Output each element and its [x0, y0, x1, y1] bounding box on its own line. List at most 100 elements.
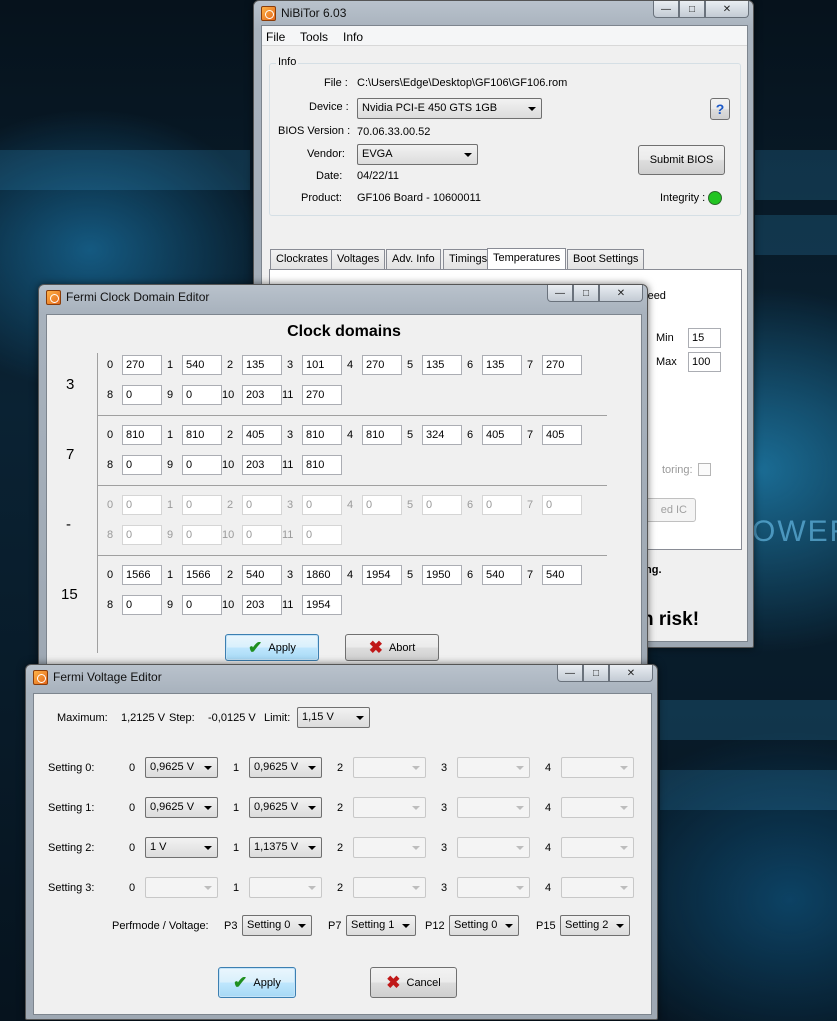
tab-voltages[interactable]: Voltages: [331, 249, 386, 269]
maximize-icon[interactable]: □: [573, 285, 599, 302]
clock-value-input[interactable]: [482, 425, 522, 445]
voltage-select[interactable]: [457, 837, 530, 858]
tab-boot-settings[interactable]: Boot Settings: [567, 249, 645, 269]
fanspeed-min-input[interactable]: [688, 328, 721, 348]
clock-value-input[interactable]: [362, 495, 402, 515]
clock-value-input[interactable]: [182, 595, 222, 615]
clock-value-input[interactable]: [242, 565, 282, 585]
menu-info[interactable]: Info: [343, 30, 363, 44]
voltage-select[interactable]: [353, 837, 426, 858]
clock-value-input[interactable]: [122, 525, 162, 545]
clock-value-input[interactable]: [422, 495, 462, 515]
tab-temperatures[interactable]: Temperatures: [487, 248, 567, 271]
voltage-select[interactable]: [561, 797, 634, 818]
clock-value-input[interactable]: [242, 455, 282, 475]
monitoring-checkbox[interactable]: [698, 463, 711, 476]
tab-clockrates[interactable]: Clockrates: [270, 249, 334, 269]
minimize-icon[interactable]: —: [547, 285, 573, 302]
voltage-select[interactable]: 0,9625 V: [249, 757, 322, 778]
perfmode-select[interactable]: Setting 2: [560, 915, 630, 936]
clock-value-input[interactable]: [362, 355, 402, 375]
clock-value-input[interactable]: [302, 495, 342, 515]
clock-value-input[interactable]: [422, 565, 462, 585]
submit-bios-button[interactable]: Submit BIOS: [638, 145, 725, 175]
close-icon[interactable]: ✕: [599, 285, 643, 302]
clock-value-input[interactable]: [182, 355, 222, 375]
clock-value-input[interactable]: [122, 455, 162, 475]
ic-button[interactable]: ed IC: [644, 498, 696, 522]
clock-value-input[interactable]: [242, 355, 282, 375]
clock-value-input[interactable]: [122, 385, 162, 405]
clock-value-input[interactable]: [242, 595, 282, 615]
voltage-select[interactable]: [145, 877, 218, 898]
clock-value-input[interactable]: [242, 495, 282, 515]
voltage-select[interactable]: 0,9625 V: [145, 757, 218, 778]
voltage-select[interactable]: 1,1375 V: [249, 837, 322, 858]
voltage-apply-button[interactable]: ✔ Apply: [218, 967, 296, 998]
minimize-icon[interactable]: —: [653, 1, 679, 18]
minimize-icon[interactable]: —: [557, 665, 583, 682]
voltage-select[interactable]: [457, 757, 530, 778]
vendor-select[interactable]: EVGA: [357, 144, 478, 165]
clock-abort-button[interactable]: ✖ Abort: [345, 634, 439, 661]
clock-value-input[interactable]: [182, 495, 222, 515]
voltage-cancel-button[interactable]: ✖ Cancel: [370, 967, 457, 998]
voltage-select[interactable]: [561, 837, 634, 858]
voltage-select[interactable]: 0,9625 V: [145, 797, 218, 818]
perfmode-select[interactable]: Setting 1: [346, 915, 416, 936]
clock-value-input[interactable]: [122, 565, 162, 585]
close-icon[interactable]: ✕: [609, 665, 653, 682]
title-bar[interactable]: Fermi Voltage Editor — □ ✕: [26, 665, 657, 689]
menu-file[interactable]: File: [266, 30, 285, 44]
clock-value-input[interactable]: [122, 495, 162, 515]
device-select[interactable]: Nvidia PCI-E 450 GTS 1GB: [357, 98, 542, 119]
clock-value-input[interactable]: [302, 385, 342, 405]
clock-value-input[interactable]: [122, 355, 162, 375]
title-bar[interactable]: Fermi Clock Domain Editor — □ ✕: [39, 285, 647, 309]
clock-value-input[interactable]: [542, 425, 582, 445]
close-icon[interactable]: ✕: [705, 1, 749, 18]
clock-value-input[interactable]: [422, 425, 462, 445]
help-button[interactable]: ?: [710, 98, 730, 120]
clock-value-input[interactable]: [182, 525, 222, 545]
clock-value-input[interactable]: [422, 355, 462, 375]
voltage-select[interactable]: [353, 877, 426, 898]
limit-select[interactable]: 1,15 V: [297, 707, 370, 728]
clock-value-input[interactable]: [302, 595, 342, 615]
clock-value-input[interactable]: [362, 425, 402, 445]
clock-value-input[interactable]: [182, 455, 222, 475]
perfmode-select[interactable]: Setting 0: [242, 915, 312, 936]
clock-value-input[interactable]: [542, 565, 582, 585]
clock-value-input[interactable]: [242, 385, 282, 405]
voltage-select[interactable]: [457, 877, 530, 898]
voltage-select[interactable]: [561, 757, 634, 778]
clock-value-input[interactable]: [302, 455, 342, 475]
maximize-icon[interactable]: □: [583, 665, 609, 682]
clock-value-input[interactable]: [362, 565, 402, 585]
clock-value-input[interactable]: [482, 495, 522, 515]
clock-value-input[interactable]: [182, 385, 222, 405]
clock-value-input[interactable]: [242, 425, 282, 445]
clock-value-input[interactable]: [482, 355, 522, 375]
voltage-select[interactable]: [353, 757, 426, 778]
voltage-select[interactable]: [457, 797, 530, 818]
maximize-icon[interactable]: □: [679, 1, 705, 18]
clock-value-input[interactable]: [302, 525, 342, 545]
clock-value-input[interactable]: [542, 495, 582, 515]
menu-tools[interactable]: Tools: [300, 30, 328, 44]
clock-value-input[interactable]: [482, 565, 522, 585]
clock-value-input[interactable]: [182, 425, 222, 445]
clock-value-input[interactable]: [542, 355, 582, 375]
voltage-select[interactable]: 1 V: [145, 837, 218, 858]
clock-value-input[interactable]: [302, 425, 342, 445]
clock-value-input[interactable]: [182, 565, 222, 585]
title-bar[interactable]: NiBiTor 6.03 — □ ✕: [254, 1, 753, 25]
fanspeed-max-input[interactable]: [688, 352, 721, 372]
clock-value-input[interactable]: [302, 355, 342, 375]
clock-value-input[interactable]: [302, 565, 342, 585]
perfmode-select[interactable]: Setting 0: [449, 915, 519, 936]
clock-apply-button[interactable]: ✔ Apply: [225, 634, 319, 661]
clock-value-input[interactable]: [122, 425, 162, 445]
voltage-select[interactable]: 0,9625 V: [249, 797, 322, 818]
tab-timings[interactable]: Timings: [443, 249, 494, 269]
